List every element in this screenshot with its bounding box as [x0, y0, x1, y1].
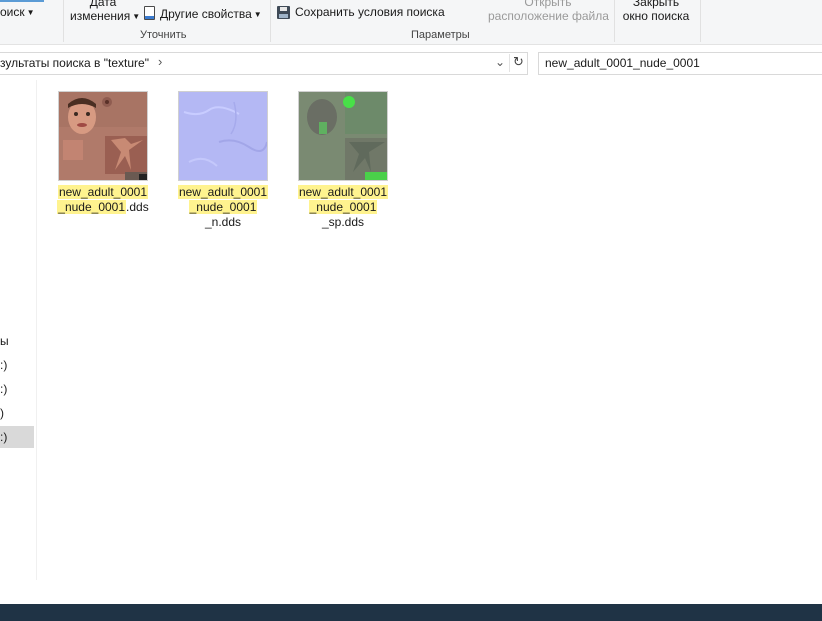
document-icon	[144, 6, 155, 20]
chevron-down-icon: ▼	[253, 10, 262, 19]
date-modified-button[interactable]: Дата изменения ▼	[70, 0, 140, 23]
search-tab-indicator	[0, 0, 44, 2]
search-highlight: _nude_0001	[308, 200, 378, 214]
chevron-down-icon: ▼	[26, 8, 35, 17]
search-highlight: new_adult_0001	[297, 185, 389, 199]
chevron-right-icon[interactable]: ›	[158, 54, 162, 69]
nav-item-label: )	[0, 406, 4, 420]
nav-item-drive[interactable]: )	[0, 402, 34, 424]
file-name[interactable]: new_adult_0001 _nude_0001.dds	[49, 185, 157, 215]
open-file-location-button[interactable]: Открыть расположение файла	[488, 0, 609, 23]
file-name[interactable]: new_adult_0001 _nude_0001 _n.dds	[169, 185, 277, 230]
nav-item-label: ы	[0, 334, 9, 348]
refresh-icon[interactable]: ↻	[509, 54, 527, 72]
search-button-label: оиск	[0, 5, 25, 19]
nav-item-drive[interactable]: :)	[0, 354, 34, 376]
ribbon-separator	[63, 0, 64, 42]
chevron-down-icon[interactable]: ⌄	[493, 55, 507, 71]
nav-item-label: :)	[0, 358, 8, 372]
date-modified-label-2: изменения	[70, 9, 131, 23]
floppy-disk-icon	[277, 6, 290, 19]
nav-item-drive[interactable]: :)	[0, 378, 34, 400]
group-label-options: Параметры	[411, 29, 470, 41]
texture-thumbnail	[178, 91, 268, 181]
nav-item-label: :)	[0, 430, 8, 444]
taskbar	[0, 604, 822, 621]
file-extension: _sp.dds	[321, 215, 365, 229]
ribbon: оиск ▼ Дата изменения ▼ Другие свойства ▼ У…	[0, 0, 822, 45]
group-label-refine: Уточнить	[140, 29, 187, 41]
texture-thumbnail	[298, 91, 388, 181]
search-highlight: new_adult_0001	[57, 185, 149, 199]
close-search-button[interactable]: Закрыть окно поиска	[620, 0, 692, 23]
diffuse-texture-image	[59, 92, 147, 180]
search-highlight: _nude_0001	[188, 200, 258, 214]
open-location-label: Открыть	[524, 0, 572, 9]
other-properties-button[interactable]: Другие свойства ▼	[144, 6, 262, 21]
chevron-down-icon: ▼	[132, 12, 141, 21]
address-bar[interactable]: зультаты поиска в "texture" › ⌄ ↻	[0, 52, 528, 75]
nav-item-label: :)	[0, 382, 8, 396]
ribbon-separator	[700, 0, 701, 42]
nav-item-drive-selected[interactable]: :)	[0, 426, 34, 448]
texture-thumbnail	[58, 91, 148, 181]
file-extension: .dds	[126, 200, 149, 214]
ribbon-separator	[270, 0, 271, 42]
file-extension: _n.dds	[204, 215, 242, 229]
search-button[interactable]: оиск ▼	[0, 6, 35, 19]
other-properties-label: Другие свойства	[160, 7, 252, 21]
save-search-button[interactable]: Сохранить условия поиска	[277, 6, 445, 19]
nav-item[interactable]: ы	[0, 330, 34, 352]
search-highlight: _nude_0001	[57, 200, 127, 214]
search-input[interactable]: new_adult_0001_nude_0001	[538, 52, 822, 75]
file-name[interactable]: new_adult_0001 _nude_0001 _sp.dds	[289, 185, 397, 230]
breadcrumb[interactable]: зультаты поиска в "texture"	[0, 56, 149, 70]
close-search-label: Закрыть	[632, 0, 680, 9]
save-search-label: Сохранить условия поиска	[295, 5, 445, 19]
ribbon-separator	[614, 0, 615, 42]
normal-map-image	[179, 92, 267, 180]
open-location-label-2: расположение файла	[488, 9, 609, 23]
navigation-pane: ы :) :) ) :)	[0, 80, 37, 580]
search-input-value: new_adult_0001_nude_0001	[545, 56, 700, 70]
date-modified-label: Дата	[89, 0, 117, 9]
search-highlight: new_adult_0001	[177, 185, 269, 199]
close-search-label-2: окно поиска	[622, 9, 690, 23]
specular-map-image	[299, 92, 387, 180]
